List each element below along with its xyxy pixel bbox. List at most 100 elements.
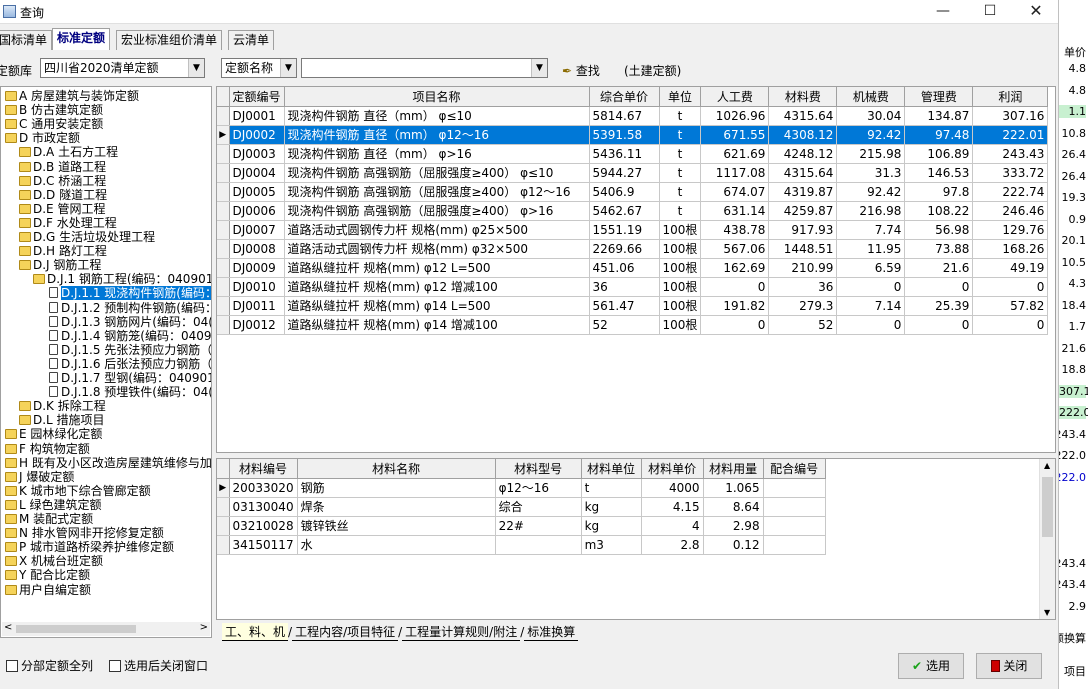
table-row[interactable]: DJ0003 现浇构件钢筋 直径（mm） φ>16 5436.11 t 621.69 42… [217,144,1049,164]
tree-node[interactable]: D.D 隧道工程 [19,188,107,202]
column-header[interactable]: 单位 [659,87,702,107]
material-vscrollbar[interactable]: ▲ ▼ [1039,459,1055,619]
table-row[interactable]: DJ0009 道路纵缝拉杆 规格(mm) φ12 L=500 451.06 100根 1… [217,258,1049,278]
table-row[interactable]: DJ0010 道路纵缝拉杆 规格(mm) φ12 增减100 36 100根 0 36 0 0… [217,277,1049,297]
table-row[interactable]: DJ0004 现浇构件钢筋 高强钢筋（屈服强度≥400） φ≤10 5944.27 t… [217,163,1049,183]
library-select[interactable]: 四川省2020清单定额 ▼ [40,58,205,78]
tree-node[interactable]: D.K 拆除工程 [19,399,106,413]
tree-node[interactable]: D.J.1.4 钢筋笼(编码：0409 [47,329,211,343]
select-button[interactable]: ✔ 选用 [898,653,964,679]
tree-node[interactable]: H 既有及小区改造房屋建筑维修与加 [5,456,211,470]
tab-work-content[interactable]: 工程内容/项目特征 [292,623,399,641]
column-header[interactable]: 管理费 [904,87,974,107]
table-row[interactable]: DJ0001 现浇构件钢筋 直径（mm） φ≤10 5814.67 t 1026.96 4… [217,106,1049,126]
column-header[interactable]: 材料用量 [703,459,764,479]
quota-grid[interactable]: 定额编号 项目名称 综合单价 单位 人工费 材料费 机械费 管理费 利润 DJ0001 现浇构件钢… [216,86,1056,453]
tree-node[interactable]: D.H 路灯工程 [19,244,107,258]
chevron-down-icon[interactable]: ▼ [188,59,204,77]
column-header[interactable]: 利润 [972,87,1049,107]
close-button[interactable]: 关闭 [976,653,1042,679]
column-header[interactable]: 综合单价 [589,87,660,107]
table-row[interactable]: ▶ DJ0002 现浇构件钢筋 直径（mm） φ12～16 5391.58 t 671.5… [217,125,1049,145]
scroll-right-icon[interactable]: > [200,622,208,633]
column-header[interactable]: 材料费 [768,87,838,107]
tree-node[interactable]: D.J.1.2 预制构件钢筋(编码：04( [47,301,211,315]
tree-node[interactable]: D.J 钢筋工程 [19,258,101,272]
column-header[interactable]: 配合编号 [763,459,826,479]
table-row[interactable]: DJ0008 道路活动式圆钢传力杆 规格(mm) φ32×500 2269.66 10… [217,239,1049,259]
tree-node[interactable]: D.J.1.5 先张法预应力钢筋（ [47,343,211,357]
chevron-down-icon[interactable]: ▼ [531,59,547,77]
table-row[interactable]: 34150117 水 m3 2.8 0.12 [217,535,826,555]
table-row[interactable]: 03130040 焊条 综合 kg 4.15 8.64 [217,497,826,517]
tree-node[interactable]: N 排水管网非开挖修复定额 [5,526,164,540]
column-header[interactable]: 材料名称 [297,459,496,479]
tree-node[interactable]: 用户自编定额 [5,583,91,597]
maximize-icon[interactable]: ☐ [967,0,1013,24]
tab-standard-quota[interactable]: 标准定额 [52,28,111,50]
tree-node[interactable]: D 市政定额 [5,131,80,145]
tree-node[interactable]: D.J.1.7 型钢(编码：040901 [47,371,211,385]
tree-node[interactable]: J 爆破定额 [5,470,74,484]
material-grid[interactable]: 材料编号 材料名称 材料型号 材料单位 材料单价 材料用量 配合编号 ▶ 20033020 钢筋… [216,458,1056,620]
full-list-checkbox[interactable]: 分部定额全列 [6,657,93,674]
tree-node[interactable]: D.J.1.8 预埋铁件(编码：04( [47,385,211,399]
tree-node[interactable]: B 仿古建筑定额 [5,103,103,117]
tree-node[interactable]: L 绿色建筑定额 [5,498,102,512]
table-row[interactable]: DJ0006 现浇构件钢筋 高强钢筋（屈服强度≥400） φ>16 5462.67 t… [217,201,1049,221]
tree-hscrollbar[interactable]: < > [2,622,210,636]
table-row[interactable]: DJ0012 道路纵缝拉杆 规格(mm) φ14 增减100 52 100根 0 52 0 0… [217,315,1049,335]
tree-node[interactable]: D.J.1.6 后张法预应力钢筋（ [47,357,211,371]
minimize-icon[interactable]: — [920,0,966,24]
tree-node[interactable]: D.A 土石方工程 [19,145,118,159]
tree-node[interactable]: C 通用安装定额 [5,117,103,131]
tab-standard-conversion[interactable]: 标准换算 [524,623,579,641]
tree-node[interactable]: D.L 措施项目 [19,413,105,427]
scroll-left-icon[interactable]: < [4,622,12,633]
checkbox-box[interactable] [6,660,18,672]
table-row[interactable]: ▶ 20033020 钢筋 φ12～16 t 4000 1.065 [217,478,826,498]
close-icon[interactable]: ✕ [1013,0,1059,24]
tree-node[interactable]: D.G 生活垃圾处理工程 [19,230,155,244]
scroll-thumb[interactable] [1042,477,1053,537]
column-header[interactable]: 材料单位 [581,459,642,479]
scroll-up-icon[interactable]: ▲ [1044,461,1050,470]
quota-tree[interactable]: A 房屋建筑与装饰定额 B 仿古建筑定额 C 通用安装定额 D 市政定额 D.A 土石方… [0,86,212,638]
column-header[interactable]: 材料编号 [229,459,298,479]
table-row[interactable]: 03210028 镀锌铁丝 22# kg 4 2.98 [217,516,826,536]
tab-national-list[interactable]: 国标清单 [0,30,53,50]
column-header[interactable]: 人工费 [700,87,770,107]
tree-node[interactable]: X 机械台班定额 [5,554,103,568]
search-input[interactable]: ▼ [301,58,548,78]
chevron-down-icon[interactable]: ▼ [280,59,296,77]
tree-node[interactable]: F 构筑物定额 [5,442,90,456]
tree-node[interactable]: Y 配合比定额 [5,568,90,582]
tree-node[interactable]: A 房屋建筑与装饰定额 [5,89,139,103]
table-row[interactable]: DJ0011 道路纵缝拉杆 规格(mm) φ14 L=500 561.47 100根 1… [217,296,1049,316]
tab-cloud-list[interactable]: 云清单 [228,30,275,50]
table-row[interactable]: DJ0005 现浇构件钢筋 高强钢筋（屈服强度≥400） φ12～16 5406.9… [217,182,1049,202]
tree-node[interactable]: D.E 管网工程 [19,202,105,216]
find-button[interactable]: ✒ 查找 [562,62,600,79]
tree-node[interactable]: D.C 桥涵工程 [19,174,106,188]
search-field-select[interactable]: 定额名称 ▼ [221,58,297,78]
scroll-down-icon[interactable]: ▼ [1044,608,1050,617]
tab-hongye-list[interactable]: 宏业标准组价清单 [116,30,223,50]
tree-node[interactable]: D.B 道路工程 [19,160,106,174]
tree-node[interactable]: D.J.1 钢筋工程(编码：040901 [33,272,211,286]
tree-node[interactable]: D.J.1.3 钢筋网片(编码：04( [47,315,211,329]
column-header[interactable]: 机械费 [836,87,906,107]
tree-node[interactable]: P 城市道路桥梁养护维修定额 [5,540,174,554]
tree-node[interactable]: M 装配式定额 [5,512,93,526]
column-header[interactable]: 定额编号 [229,87,285,107]
scroll-thumb[interactable] [16,625,136,633]
column-header[interactable]: 材料型号 [495,459,582,479]
table-row[interactable]: DJ0007 道路活动式圆钢传力杆 规格(mm) φ25×500 1551.19 10… [217,220,1049,240]
tree-node[interactable]: D.J.1.1 现浇构件钢筋(编码： [47,286,211,301]
checkbox-box[interactable] [109,660,121,672]
tree-node[interactable]: K 城市地下综合管廊定额 [5,484,151,498]
tab-labor-material-machine[interactable]: 工、料、机 [222,623,289,641]
tree-node[interactable]: E 园林绿化定额 [5,427,102,441]
column-header[interactable]: 项目名称 [284,87,590,107]
close-after-select-checkbox[interactable]: 选用后关闭窗口 [109,657,208,674]
